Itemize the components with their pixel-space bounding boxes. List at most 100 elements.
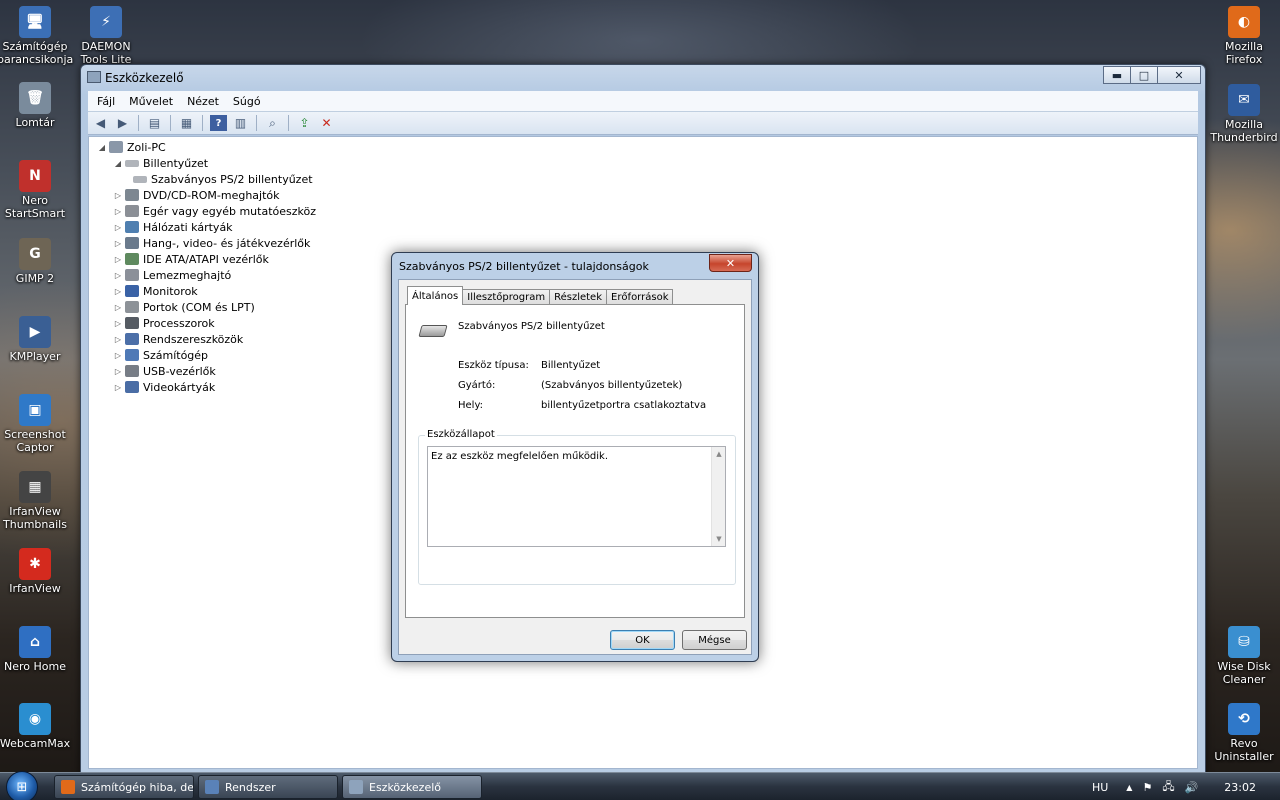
tree-root[interactable]: ◢ Zoli-PC xyxy=(97,139,166,155)
desktop-icon-irfanview-thumbnails[interactable]: ▦ IrfanView Thumbnails xyxy=(0,471,73,531)
device-manager-icon xyxy=(349,780,363,794)
desktop-icon-revo-uninstaller[interactable]: ⟲ Revo Uninstaller xyxy=(1206,703,1280,763)
device-category-icon xyxy=(125,333,139,345)
menu-file[interactable]: Fájl xyxy=(90,95,122,108)
expand-arrow-icon[interactable]: ▷ xyxy=(113,303,123,312)
dialog-body: Általános Illesztőprogram Részletek Erőf… xyxy=(398,279,752,655)
update-driver-icon[interactable]: ⇪ xyxy=(296,115,313,131)
expand-arrow-icon[interactable]: ▷ xyxy=(113,191,123,200)
desktop-icon-screenshot-captor[interactable]: ▣ Screenshot Captor xyxy=(0,394,73,454)
close-button[interactable]: ✕ xyxy=(1157,66,1201,84)
desktop-icon-irfanview[interactable]: ✱ IrfanView xyxy=(0,548,73,595)
tree-item-keyboards[interactable]: ◢ Billentyűzet xyxy=(113,155,208,171)
clock[interactable]: 23:02 xyxy=(1224,781,1256,794)
taskbar-button-system[interactable]: Rendszer xyxy=(198,775,338,799)
volume-icon[interactable]: 🔊 xyxy=(1185,781,1199,794)
scan-hardware-icon[interactable]: ⌕ xyxy=(264,115,281,131)
dialog-title: Szabványos PS/2 billentyűzet - tulajdons… xyxy=(399,260,649,273)
desktop-icon-firefox[interactable]: ◐ Mozilla Firefox xyxy=(1206,6,1280,66)
properties-dialog: Szabványos PS/2 billentyűzet - tulajdons… xyxy=(391,252,759,662)
taskbar-button-device-manager[interactable]: Eszközkezelő xyxy=(342,775,482,799)
tab-details[interactable]: Részletek xyxy=(549,289,607,305)
collapse-arrow-icon[interactable]: ◢ xyxy=(113,159,123,168)
minimize-button[interactable]: ▬ xyxy=(1103,66,1131,84)
help-icon[interactable]: ? xyxy=(210,115,227,131)
expand-arrow-icon[interactable]: ▷ xyxy=(113,223,123,232)
tree-item-category[interactable]: ▷ Lemezmeghajtó xyxy=(113,267,231,283)
desktop-icon-webcammax[interactable]: ◉ WebcamMax xyxy=(0,703,73,750)
dialog-close-button[interactable]: ✕ xyxy=(709,254,752,272)
view-icon[interactable]: ▥ xyxy=(232,115,249,131)
firefox-icon xyxy=(61,780,75,794)
location-label: Hely: xyxy=(458,400,484,411)
scroll-down-icon[interactable]: ▼ xyxy=(712,535,726,543)
back-arrow-icon[interactable]: ◀ xyxy=(92,115,109,131)
expand-arrow-icon[interactable]: ▷ xyxy=(113,239,123,248)
maximize-button[interactable]: □ xyxy=(1130,66,1158,84)
expand-arrow-icon[interactable]: ▷ xyxy=(113,383,123,392)
window-title: Eszközkezelő xyxy=(105,71,184,85)
desktop-icon-gimp[interactable]: G GIMP 2 xyxy=(0,238,73,285)
tree-item-category[interactable]: ▷ Egér vagy egyéb mutatóeszköz xyxy=(113,203,316,219)
desktop-icon-recycle-bin[interactable]: 🗑 Lomtár xyxy=(0,82,73,129)
expand-arrow-icon[interactable]: ▷ xyxy=(113,287,123,296)
expand-arrow-icon[interactable]: ▷ xyxy=(113,351,123,360)
expand-arrow-icon[interactable]: ▷ xyxy=(113,319,123,328)
action-center-icon[interactable]: ⚑ xyxy=(1142,781,1152,794)
device-status-textbox[interactable]: Ez az eszköz megfelelően működik. ▲ ▼ xyxy=(427,446,726,547)
uninstall-icon[interactable]: ✕ xyxy=(318,115,335,131)
status-scrollbar[interactable]: ▲ ▼ xyxy=(711,447,725,546)
tree-item-category[interactable]: ▷ Számítógép xyxy=(113,347,208,363)
cancel-button[interactable]: Mégse xyxy=(682,630,747,650)
expand-arrow-icon[interactable]: ▷ xyxy=(113,255,123,264)
tree-item-category[interactable]: ▷ Hálózati kártyák xyxy=(113,219,233,235)
tree-item-category[interactable]: ▷ IDE ATA/ATAPI vezérlők xyxy=(113,251,269,267)
location-value: billentyűzetportra csatlakoztatva xyxy=(541,400,707,411)
window-titlebar[interactable]: Eszközkezelő ▬ □ ✕ xyxy=(81,65,1205,91)
ok-button[interactable]: OK xyxy=(610,630,675,650)
desktop-icon-daemon-tools[interactable]: ⚡ DAEMON Tools Lite xyxy=(68,6,144,66)
tree-item-category[interactable]: ▷ Processzorok xyxy=(113,315,215,331)
menu-action[interactable]: Művelet xyxy=(122,95,180,108)
tab-general[interactable]: Általános xyxy=(407,286,464,305)
desktop-icon-kmplayer[interactable]: ▶ KMPlayer xyxy=(0,316,73,363)
tree-item-category[interactable]: ▷ Rendszereszközök xyxy=(113,331,243,347)
webcam-icon: ◉ xyxy=(19,703,51,735)
desktop-icon-label: Screenshot Captor xyxy=(4,428,66,454)
network-icon[interactable]: 🖧 xyxy=(1162,778,1174,797)
tree-item-category[interactable]: ▷ USB-vezérlők xyxy=(113,363,216,379)
desktop-icon-nero-home[interactable]: ⌂ Nero Home xyxy=(0,626,73,673)
language-indicator[interactable]: HU xyxy=(1092,781,1108,794)
tree-item-category[interactable]: ▷ Hang-, video- és játékvezérlők xyxy=(113,235,310,251)
tree-item-category[interactable]: ▷ Portok (COM és LPT) xyxy=(113,299,255,315)
collapse-arrow-icon[interactable]: ◢ xyxy=(97,143,107,152)
expand-arrow-icon[interactable]: ▷ xyxy=(113,271,123,280)
tree-item-category[interactable]: ▷ Videokártyák xyxy=(113,379,215,395)
expand-arrow-icon[interactable]: ▷ xyxy=(113,367,123,376)
desktop-icon-wise-disk-cleaner[interactable]: ⛁ Wise Disk Cleaner xyxy=(1206,626,1280,686)
desktop-icon-nero-startsmart[interactable]: N Nero StartSmart xyxy=(0,160,73,220)
show-hide-tree-icon[interactable]: ▤ xyxy=(146,115,163,131)
properties-icon[interactable]: ▦ xyxy=(178,115,195,131)
start-button[interactable]: ⊞ xyxy=(6,771,38,800)
menu-view[interactable]: Nézet xyxy=(180,95,226,108)
expand-arrow-icon[interactable]: ▷ xyxy=(113,335,123,344)
scroll-up-icon[interactable]: ▲ xyxy=(712,450,726,458)
keyboard-icon xyxy=(418,325,448,337)
toolbar-separator xyxy=(170,115,171,131)
desktop-icon-computer[interactable]: 🖥 Számítógép parancsikonja xyxy=(0,6,73,66)
tab-driver[interactable]: Illesztőprogram xyxy=(462,289,551,305)
taskbar-button-firefox[interactable]: Számítógép hiba, de ... xyxy=(54,775,194,799)
tree-item-category[interactable]: ▷ Monitorok xyxy=(113,283,198,299)
desktop-icon-thunderbird[interactable]: ✉ Mozilla Thunderbird xyxy=(1206,84,1280,144)
expand-arrow-icon[interactable]: ▷ xyxy=(113,207,123,216)
show-hidden-icons-icon[interactable]: ▲ xyxy=(1126,783,1132,792)
forward-arrow-icon[interactable]: ▶ xyxy=(114,115,131,131)
device-status-legend: Eszközállapot xyxy=(425,429,497,440)
tab-strip: Általános Illesztőprogram Részletek Erőf… xyxy=(407,286,674,305)
menu-help[interactable]: Súgó xyxy=(226,95,268,108)
tab-resources[interactable]: Erőforrások xyxy=(606,289,674,305)
tree-item-ps2-keyboard[interactable]: Szabványos PS/2 billentyűzet xyxy=(131,171,313,187)
tree-item-category[interactable]: ▷ DVD/CD-ROM-meghajtók xyxy=(113,187,280,203)
tree-item-label: Számítógép xyxy=(143,348,209,362)
